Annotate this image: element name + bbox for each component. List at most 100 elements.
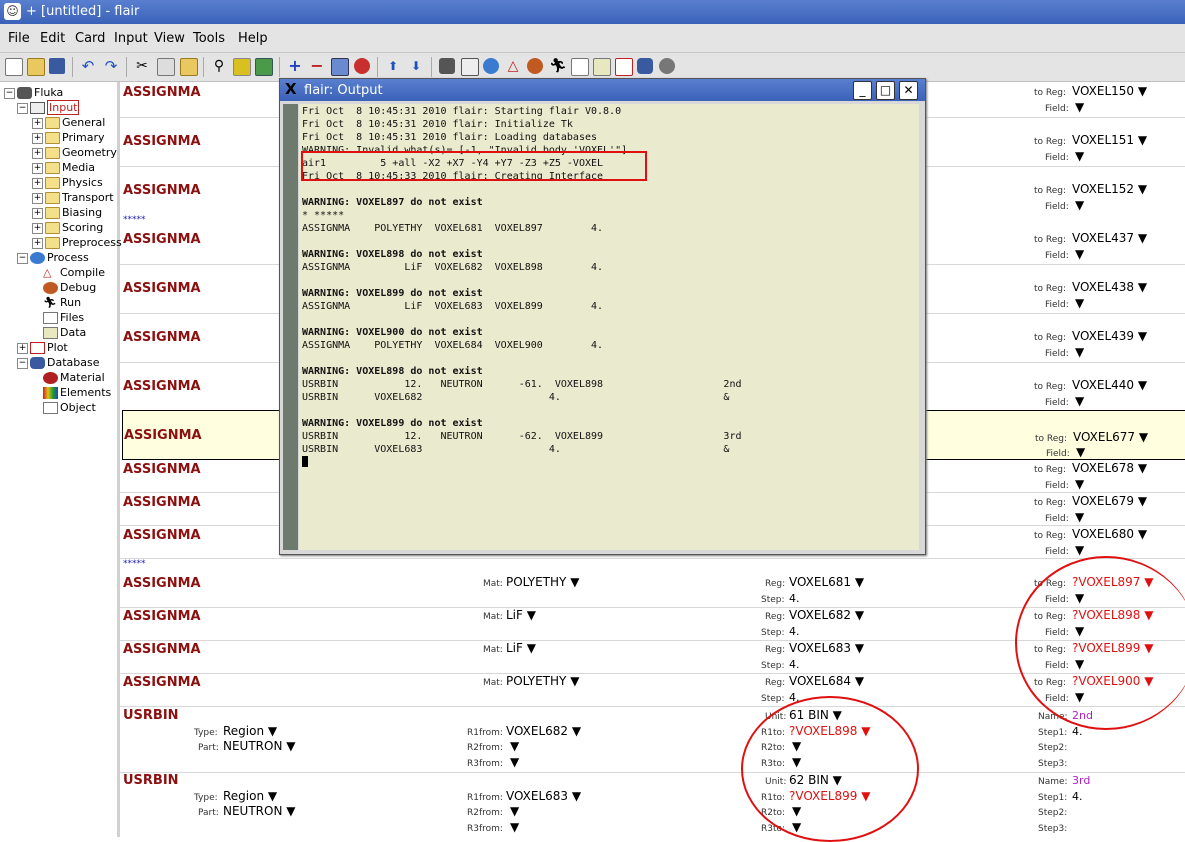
r2from-select[interactable]: ▼ — [510, 739, 519, 753]
field-select[interactable]: ▼ — [1075, 198, 1084, 212]
open-folder-icon[interactable] — [27, 58, 45, 76]
field-select[interactable]: ▼ — [1075, 296, 1084, 310]
tree-item-compile[interactable]: △ Compile — [43, 265, 105, 280]
r1from-select[interactable]: VOXEL683 ▼ — [506, 789, 581, 803]
tree-item-fluka[interactable]: − Fluka — [4, 85, 63, 100]
tree-item-scoring[interactable]: + Scoring — [32, 220, 103, 235]
paste-icon[interactable] — [180, 58, 198, 76]
plot-icon[interactable] — [615, 58, 633, 76]
mat-select[interactable]: LiF ▼ — [506, 641, 536, 655]
app-icon[interactable]: ☺ — [4, 3, 21, 20]
move-up-icon[interactable]: ⬆ — [385, 58, 401, 74]
menu-help[interactable]: Help — [238, 31, 268, 46]
tree-item-biasing[interactable]: + Biasing — [32, 205, 102, 220]
run-icon[interactable]: 🏃︎ — [549, 58, 567, 74]
tree-item-transport[interactable]: + Transport — [32, 190, 114, 205]
menu-view[interactable]: View — [154, 31, 185, 46]
compile-icon[interactable]: △ — [505, 58, 521, 74]
reg-select[interactable]: VOXEL683 ▼ — [789, 641, 864, 655]
field-select[interactable]: ▼ — [1075, 477, 1084, 491]
new-file-icon[interactable] — [5, 58, 23, 76]
debug-icon[interactable] — [527, 58, 543, 74]
clone-card-icon[interactable] — [331, 58, 349, 76]
menu-edit[interactable]: Edit — [40, 31, 65, 46]
tree-item-physics[interactable]: + Physics — [32, 175, 103, 190]
mat-select[interactable]: POLYETHY ▼ — [506, 575, 579, 589]
step-value[interactable]: 4. — [789, 625, 800, 638]
output-console[interactable]: Fri Oct 8 10:45:31 2010 flair: Starting … — [299, 104, 919, 550]
step1-value[interactable]: 4. — [1072, 790, 1083, 803]
tree-item-geometry[interactable]: + Geometry — [32, 145, 117, 160]
refresh-icon[interactable] — [255, 58, 273, 76]
tree-item-general[interactable]: + General — [32, 115, 105, 130]
field-select[interactable]: ▼ — [1075, 394, 1084, 408]
tree-item-preprocess[interactable]: + Preprocess — [32, 235, 122, 250]
r3from-select[interactable]: ▼ — [510, 820, 519, 834]
to-reg-select[interactable]: VOXEL152 ▼ — [1072, 182, 1147, 196]
to-reg-select[interactable]: VOXEL437 ▼ — [1072, 231, 1147, 245]
to-reg-select[interactable]: VOXEL677 ▼ — [1073, 430, 1148, 444]
menu-card[interactable]: Card — [75, 31, 105, 46]
copy-icon[interactable] — [157, 58, 175, 76]
tree-item-data[interactable]: Data — [43, 325, 86, 340]
save-icon[interactable] — [49, 58, 65, 74]
field-select[interactable]: ▼ — [1075, 345, 1084, 359]
reg-select[interactable]: VOXEL681 ▼ — [789, 575, 864, 589]
tree-item-process[interactable]: − Process — [17, 250, 89, 265]
to-reg-select[interactable]: VOXEL678 ▼ — [1072, 461, 1147, 475]
input-icon[interactable] — [461, 58, 479, 76]
to-reg-select[interactable]: VOXEL439 ▼ — [1072, 329, 1147, 343]
to-reg-select[interactable]: VOXEL438 ▼ — [1072, 280, 1147, 294]
database-icon[interactable] — [637, 58, 653, 74]
help-icon[interactable] — [659, 58, 675, 74]
tree-item-object[interactable]: Object — [43, 400, 96, 415]
redo-icon[interactable]: ↷ — [103, 58, 119, 74]
files-icon[interactable] — [571, 58, 589, 76]
process-icon[interactable] — [483, 58, 499, 74]
reg-select[interactable]: VOXEL684 ▼ — [789, 674, 864, 688]
r3from-select[interactable]: ▼ — [510, 755, 519, 769]
field-select[interactable]: ▼ — [1075, 510, 1084, 524]
type-select[interactable]: Region ▼ — [223, 724, 277, 738]
field-select[interactable]: ▼ — [1075, 543, 1084, 557]
tree-item-debug[interactable]: Debug — [43, 280, 96, 295]
type-select[interactable]: Region ▼ — [223, 789, 277, 803]
tree-item-database[interactable]: − Database — [17, 355, 100, 370]
r1from-select[interactable]: VOXEL682 ▼ — [506, 724, 581, 738]
to-reg-select[interactable]: VOXEL150 ▼ — [1072, 84, 1147, 98]
search-icon[interactable]: ⚲ — [211, 58, 227, 74]
tree-item-run[interactable]: 🏃︎ Run — [43, 295, 81, 310]
reg-select[interactable]: VOXEL682 ▼ — [789, 608, 864, 622]
to-reg-select[interactable]: VOXEL440 ▼ — [1072, 378, 1147, 392]
field-select[interactable]: ▼ — [1076, 445, 1085, 459]
tree-item-media[interactable]: + Media — [32, 160, 95, 175]
field-select[interactable]: ▼ — [1075, 149, 1084, 163]
add-card-icon[interactable]: + — [287, 58, 303, 74]
maximize-icon[interactable]: □ — [876, 81, 895, 100]
part-select[interactable]: NEUTRON ▼ — [223, 804, 296, 818]
menu-file[interactable]: File — [8, 31, 30, 46]
menu-input[interactable]: Input — [114, 31, 148, 46]
field-select[interactable]: ▼ — [1075, 247, 1084, 261]
disable-card-icon[interactable] — [354, 58, 370, 74]
minimize-icon[interactable]: _ — [853, 81, 872, 100]
r2from-select[interactable]: ▼ — [510, 804, 519, 818]
tree-item-plot[interactable]: + Plot — [17, 340, 68, 355]
tree-item-primary[interactable]: + Primary — [32, 130, 105, 145]
output-scrollbar[interactable] — [283, 104, 298, 550]
step1-value[interactable]: 4. — [1072, 725, 1083, 738]
name-value[interactable]: 3rd — [1072, 774, 1090, 787]
move-down-icon[interactable]: ⬇ — [408, 58, 424, 74]
tree-item-material[interactable]: Material — [43, 370, 105, 385]
step-value[interactable]: 4. — [789, 592, 800, 605]
step-value[interactable]: 4. — [789, 658, 800, 671]
remove-card-icon[interactable]: − — [309, 58, 325, 74]
fluka-icon[interactable] — [439, 58, 455, 74]
to-reg-select[interactable]: VOXEL679 ▼ — [1072, 494, 1147, 508]
data-icon[interactable] — [593, 58, 611, 76]
to-reg-select[interactable]: VOXEL680 ▼ — [1072, 527, 1147, 541]
undo-icon[interactable]: ↶ — [80, 58, 96, 74]
cut-icon[interactable]: ✂ — [134, 58, 150, 74]
filter-icon[interactable] — [233, 58, 251, 76]
mat-select[interactable]: POLYETHY ▼ — [506, 674, 579, 688]
